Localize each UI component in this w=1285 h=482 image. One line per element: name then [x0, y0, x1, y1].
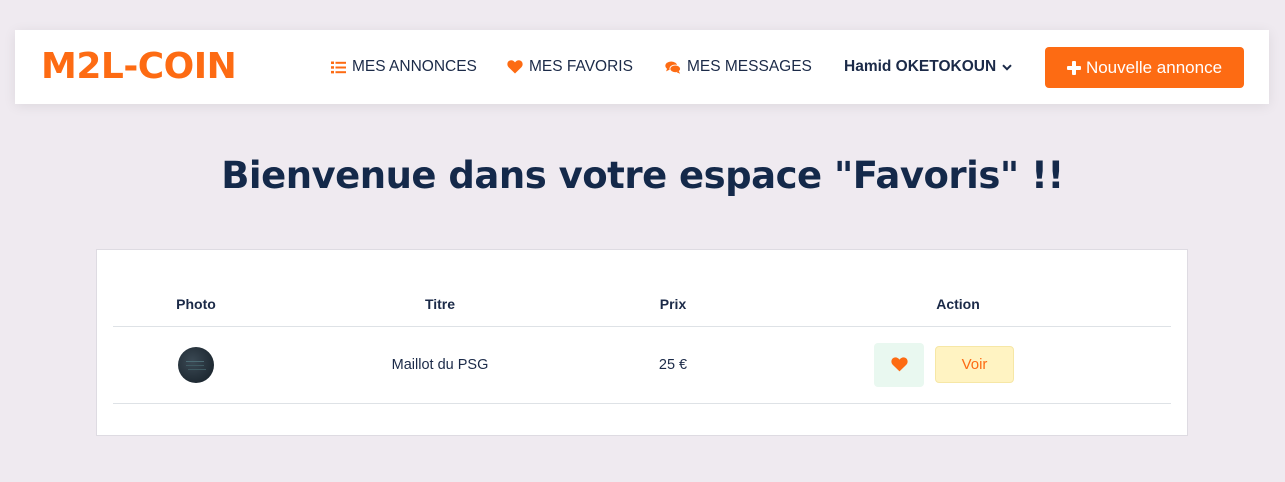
remove-favorite-button[interactable]: [874, 342, 924, 387]
photo-cell: [113, 326, 279, 404]
heart-icon: [890, 357, 908, 372]
page-title: Bienvenue dans votre espace "Favoris" !!: [221, 154, 1064, 197]
navbar: M2L-COIN MES ANNONCES MES FAVORIS MES ME…: [15, 30, 1269, 104]
listing-thumbnail[interactable]: [178, 346, 214, 383]
plus-icon: [1066, 60, 1081, 75]
nav-link-label: MES MESSAGES: [687, 58, 812, 75]
price-cell: 25 €: [601, 326, 745, 404]
brand-logo[interactable]: M2L-COIN: [41, 46, 237, 88]
header-photo: Photo: [113, 282, 279, 327]
nav-link-mes-messages[interactable]: MES MESSAGES: [665, 57, 812, 77]
action-cell: Voir: [745, 326, 1171, 404]
list-icon: [330, 59, 346, 75]
title-cell: Maillot du PSG: [279, 326, 601, 404]
favorites-card: Photo Titre Prix Action Maillot du PSG 2…: [96, 249, 1188, 436]
user-name: Hamid OKETOKOUN: [844, 58, 997, 75]
header-price: Prix: [601, 282, 745, 327]
comments-icon: [665, 59, 681, 75]
nav-link-mes-favoris[interactable]: MES FAVORIS: [507, 57, 633, 77]
new-listing-label: Nouvelle annonce: [1085, 57, 1223, 77]
nav-link-mes-annonces[interactable]: MES ANNONCES: [330, 57, 477, 77]
nav-link-label: MES FAVORIS: [529, 58, 633, 75]
view-button[interactable]: Voir: [935, 346, 1014, 383]
header-title: Titre: [279, 282, 601, 327]
table-header-row: Photo Titre Prix Action: [113, 282, 1171, 327]
heart-icon: [507, 59, 523, 75]
chevron-down-icon: [1002, 63, 1012, 71]
nav-link-label: MES ANNONCES: [352, 58, 477, 75]
header-action: Action: [745, 282, 1171, 327]
favorites-table: Photo Titre Prix Action Maillot du PSG 2…: [113, 282, 1171, 404]
user-menu[interactable]: Hamid OKETOKOUN: [844, 57, 1012, 77]
new-listing-button[interactable]: Nouvelle annonce: [1045, 47, 1244, 88]
table-row: Maillot du PSG 25 € Voir: [113, 326, 1171, 404]
